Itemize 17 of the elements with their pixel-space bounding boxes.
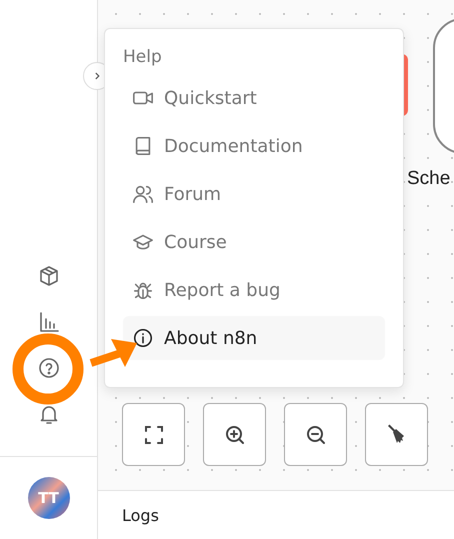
- menu-item[interactable]: About n8n: [123, 316, 385, 360]
- users-icon: [132, 183, 154, 205]
- user-avatar[interactable]: TT: [28, 477, 70, 519]
- menu-item[interactable]: Quickstart: [123, 76, 385, 120]
- node-label: Sche: [407, 168, 450, 190]
- highlight-ring: [12, 333, 84, 405]
- menu-item[interactable]: Documentation: [123, 124, 385, 168]
- menu-title: Help: [123, 47, 163, 67]
- zoom-out-button[interactable]: [284, 403, 347, 466]
- help-icon[interactable]: [36, 356, 60, 380]
- menu-item[interactable]: Course: [123, 220, 385, 264]
- menu-item[interactable]: Forum: [123, 172, 385, 216]
- menu-item[interactable]: Report a bug: [123, 268, 385, 312]
- zoom-in-button[interactable]: [203, 403, 266, 466]
- logs-title[interactable]: Logs: [122, 506, 159, 524]
- info-icon: [132, 327, 154, 349]
- clear-button[interactable]: [365, 403, 428, 466]
